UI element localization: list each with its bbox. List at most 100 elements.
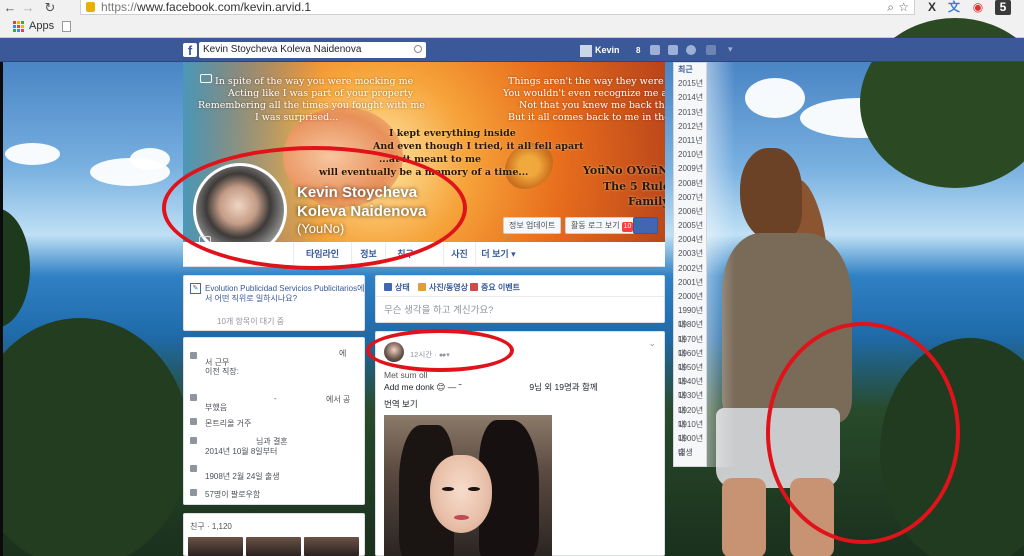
- timeline-year-item[interactable]: 2002년: [674, 262, 706, 276]
- see-translation-link[interactable]: 번역 보기: [384, 398, 418, 410]
- friend-requests-icon[interactable]: [650, 45, 660, 55]
- timeline-year-item[interactable]: 1970년대: [674, 333, 706, 358]
- home-icon: [190, 418, 197, 425]
- composer-tab-photo[interactable]: 사진/동영상: [418, 282, 468, 293]
- apps-icon[interactable]: [13, 21, 24, 32]
- post-line-2-a: Add me donk: [384, 382, 435, 392]
- intro-row-3: 이전 직장:: [205, 367, 239, 376]
- timeline-year-item[interactable]: 2006년: [674, 205, 706, 219]
- friend-thumbnail[interactable]: [304, 537, 359, 556]
- account-menu-chevron-icon[interactable]: ▾: [728, 44, 733, 55]
- timeline-year-item[interactable]: 1940년대: [674, 375, 706, 400]
- composer-tab-status[interactable]: 상태: [384, 282, 410, 293]
- intro-row-1-b: 에: [339, 349, 347, 358]
- timeline-year-item[interactable]: 2014년: [674, 91, 706, 105]
- timeline-year-item[interactable]: 1920년대: [674, 404, 706, 429]
- timeline-year-item[interactable]: 출생: [674, 446, 706, 460]
- cover-poem-left-3: Remembering all the times you fought wit…: [198, 100, 426, 111]
- address-bar[interactable]: https://www.facebook.com/kevin.arvid.1 ⌕…: [80, 0, 915, 15]
- url-scheme: https://: [101, 0, 138, 14]
- timeline-year-item[interactable]: 2000년: [674, 290, 706, 304]
- timeline-year-item[interactable]: 2007년: [674, 191, 706, 205]
- friends-count-label[interactable]: 친구 · 1,120: [190, 521, 232, 532]
- intro-row-5: 부했음: [205, 403, 228, 412]
- timeline-year-item[interactable]: 2001년: [674, 276, 706, 290]
- cover-camera-icon[interactable]: [200, 74, 212, 83]
- post-photo[interactable]: [384, 415, 552, 556]
- friend-thumbnail[interactable]: [188, 537, 243, 556]
- timeline-year-item[interactable]: 2004년: [674, 233, 706, 247]
- composer-tab-event-label: 중요 이벤트: [481, 283, 521, 292]
- intro-row-4-b: 에서 공: [326, 395, 351, 404]
- facebook-top-bar: f Kevin Stoycheva Koleva Naidenova Kevin…: [0, 38, 1024, 62]
- cover-poem-center-1: I kept everything inside: [389, 128, 516, 139]
- timeline-year-item[interactable]: 2012년: [674, 120, 706, 134]
- timeline-year-item[interactable]: 1910년대: [674, 418, 706, 443]
- education-icon: [190, 394, 197, 401]
- extension-x-icon[interactable]: X: [924, 0, 940, 15]
- rss-icon: [190, 489, 197, 496]
- annotation-post-circle: [366, 329, 514, 372]
- more-options-button[interactable]: [633, 217, 658, 234]
- reload-icon[interactable]: ↻: [42, 0, 58, 15]
- heart-icon: [190, 437, 197, 444]
- star-icon[interactable]: ☆: [898, 0, 909, 14]
- adblock-icon[interactable]: ◉: [970, 0, 986, 15]
- timeline-year-navigator: 최근 2015년 2014년 2013년 2012년 2011년 2010년 2009년 200…: [673, 62, 707, 467]
- privacy-lock-icon[interactable]: [706, 45, 716, 55]
- post-options-chevron-icon[interactable]: ⌄: [648, 338, 656, 349]
- apps-label[interactable]: Apps: [29, 20, 54, 32]
- tab-photos[interactable]: 사진: [443, 242, 475, 267]
- intro-card: 에 서 근무 이전 직장: - 에서 공 부했음 몬트리올 거주 님과 결혼 2…: [183, 337, 365, 505]
- flag-icon: [470, 283, 478, 291]
- cover-signature-2: The 5 Rules: [603, 180, 665, 193]
- cover-poem-left-1: In spite of the way you were mocking me: [215, 76, 414, 87]
- timeline-year-item[interactable]: 2009년: [674, 162, 706, 176]
- friend-thumbnail[interactable]: [246, 537, 301, 556]
- fb-user-link[interactable]: Kevin 8: [580, 43, 640, 58]
- timeline-year-item[interactable]: 2015년: [674, 77, 706, 91]
- zoom-icon[interactable]: ⌕: [887, 0, 894, 14]
- composer-tab-event[interactable]: 중요 이벤트: [470, 282, 520, 293]
- annotation-illustration-circle: [766, 322, 960, 544]
- timeline-year-item[interactable]: 1980년대: [674, 318, 706, 343]
- post-tagged-with[interactable]: 9님 외 19명과 함께: [529, 382, 597, 392]
- suggest-line-2[interactable]: 서 어떤 직위로 일하시나요?: [205, 293, 297, 304]
- post-line-2-b: — ˜: [445, 382, 462, 392]
- composer-tab-photo-label: 사진/동영상: [429, 283, 469, 292]
- update-info-button[interactable]: 정보 업데이트: [503, 217, 562, 234]
- notifications-icon[interactable]: [686, 45, 696, 55]
- messages-icon[interactable]: [668, 45, 678, 55]
- timeline-year-item[interactable]: 2011년: [674, 134, 706, 148]
- timeline-year-item[interactable]: 2013년: [674, 106, 706, 120]
- translate-extension-icon[interactable]: 文: [946, 0, 962, 15]
- pending-items[interactable]: 10개 항목이 대기 중: [217, 316, 284, 327]
- tab-more[interactable]: 더 보기 ▾: [475, 242, 521, 267]
- illustration-leg-left: [722, 478, 766, 556]
- timeline-year-item[interactable]: 2010년: [674, 148, 706, 162]
- timeline-year-item[interactable]: 2003년: [674, 247, 706, 261]
- facebook-logo-icon[interactable]: f: [183, 43, 197, 58]
- timeline-year-item[interactable]: 1990년대: [674, 304, 706, 329]
- activity-log-button[interactable]: 활동 로그 보기 10: [565, 217, 640, 234]
- timeline-year-item[interactable]: 1960년대: [674, 347, 706, 372]
- composer-input[interactable]: 무슨 생각을 하고 계신가요?: [384, 302, 493, 316]
- fb-search-value: Kevin Stoycheva Koleva Naidenova: [203, 44, 362, 55]
- timeline-year-item[interactable]: 2008년: [674, 177, 706, 191]
- cover-poem-right-3: Not that you knew me back then: [519, 100, 665, 111]
- annotation-profile-circle: [162, 146, 467, 270]
- search-icon[interactable]: [414, 45, 422, 53]
- bookmark-file-icon[interactable]: [62, 21, 71, 32]
- timeline-year-item[interactable]: 최근: [674, 63, 706, 77]
- timeline-year-item[interactable]: 1950년대: [674, 361, 706, 386]
- timeline-year-item[interactable]: 1930년대: [674, 389, 706, 414]
- fb-search-input[interactable]: Kevin Stoycheva Koleva Naidenova: [199, 42, 426, 58]
- forward-arrow-icon[interactable]: →: [20, 0, 36, 15]
- back-arrow-icon[interactable]: ←: [2, 0, 18, 15]
- extension-badge-icon[interactable]: 5: [995, 0, 1011, 15]
- intro-row-8: 2014년 10월 8일부터: [205, 447, 278, 456]
- timeline-year-item[interactable]: 2005년: [674, 219, 706, 233]
- timeline-year-item[interactable]: 1900년대: [674, 432, 706, 457]
- intro-row-10[interactable]: 57명이 팔로우함: [205, 489, 260, 500]
- photo-icon: [418, 283, 426, 291]
